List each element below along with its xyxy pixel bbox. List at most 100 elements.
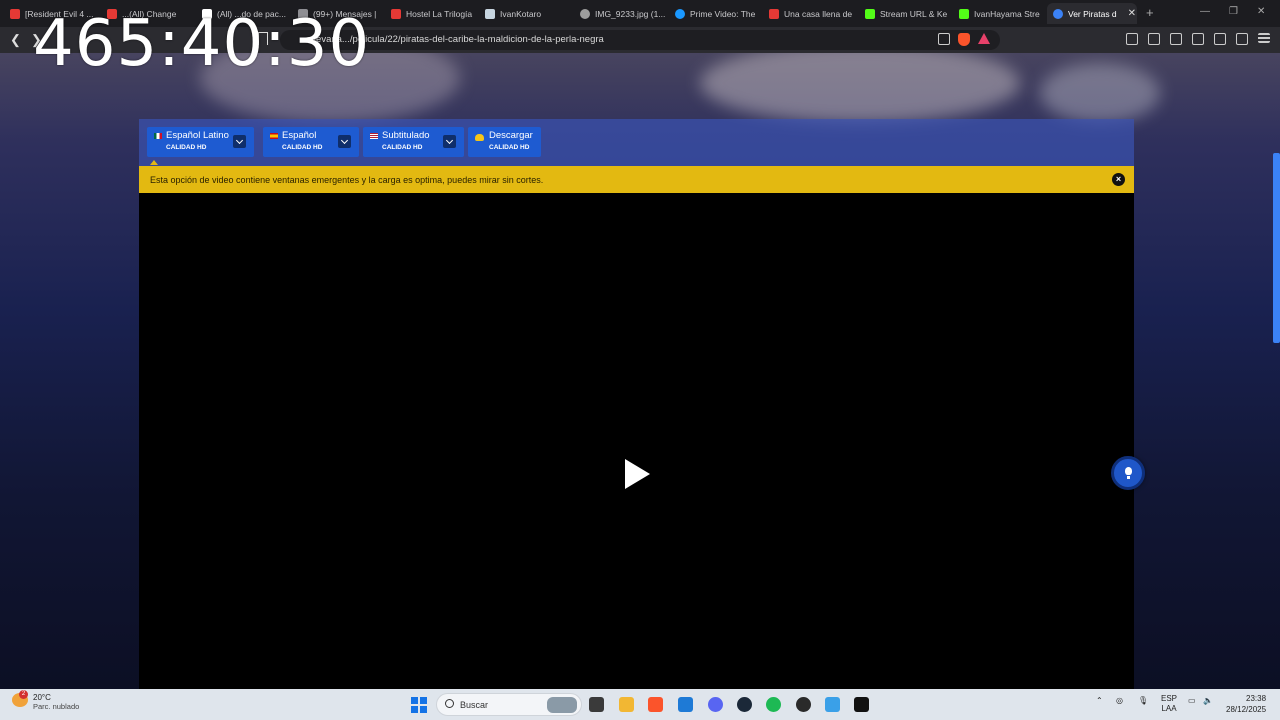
globe-icon [580,8,590,19]
option-label: Español [282,130,317,141]
option-subtitulado[interactable]: Subtitulado CALIDAD HD [363,127,464,157]
microphone-icon[interactable]: 🎙 [1138,696,1148,705]
menu-icon[interactable] [1258,33,1270,43]
address-bar[interactable]: cuevana.../pelicula/22/piratas-del-carib… [280,30,1000,50]
option-label: Subtitulado [382,130,430,141]
quality-label: CALIDAD HD [282,144,323,151]
vpn-icon[interactable] [1236,33,1248,45]
browser-tab[interactable]: IvanHayama Stre [953,3,1043,24]
mexico-flag-icon [154,133,162,139]
quality-label: CALIDAD HD [382,144,423,151]
kick-icon [865,8,875,19]
page-scrollbar[interactable] [1273,153,1280,343]
close-window-icon[interactable]: ✕ [1257,6,1265,17]
tab-label: Prime Video: The [690,8,756,19]
option-label: Español Latino [166,130,229,141]
youtube-icon [10,8,20,19]
tab-label: Stream URL & Ke [880,8,948,19]
brave-rewards-icon[interactable] [978,33,990,44]
steam-icon [485,8,495,19]
cuevana-icon [1053,8,1063,19]
browser-tab-active[interactable]: Ver Piratas d ✕ [1047,3,1137,24]
close-tab-icon[interactable]: ✕ [1128,8,1136,19]
keyboard-layout: LAA [1161,704,1177,713]
share-icon[interactable] [938,33,950,45]
volume-icon[interactable]: 🔈 [1203,696,1213,705]
weather-widget[interactable]: 2 20°C Parc. nublado [12,690,80,711]
tab-label: IMG_9233.jpg (1... [595,8,666,19]
weather-icon: 2 [12,690,28,707]
prime-video-icon [675,8,685,19]
browser-tab[interactable]: Stream URL & Ke [859,3,949,24]
display-icon[interactable]: ▭ [1188,696,1196,705]
option-descargar[interactable]: Descargar CALIDAD HD [468,127,541,157]
close-icon[interactable]: × [1112,173,1125,186]
obs-icon[interactable] [796,697,811,712]
browser-tab[interactable]: Una casa llena de [763,3,855,24]
tab-group-icon[interactable] [1192,33,1204,45]
overlay-timer: 465:40:30 [33,7,371,81]
clock-date: 28/12/2025 [1226,705,1267,714]
brave-shields-icon[interactable] [958,33,970,46]
maximize-icon[interactable]: ❐ [1229,6,1238,17]
notice-text: Esta opción de video contiene ventanas e… [150,175,544,185]
quality-label: CALIDAD HD [489,144,530,151]
language-code: ESP [1161,694,1178,703]
file-explorer-icon[interactable] [619,697,634,712]
youtube-icon [391,8,401,19]
notepad-icon[interactable] [825,697,840,712]
usa-flag-icon [370,133,378,139]
search-placeholder: Buscar [460,700,489,710]
chevron-down-icon[interactable] [338,135,351,148]
clock-time: 23:38 [1246,694,1267,703]
chevron-down-icon[interactable] [233,135,246,148]
extensions-icon[interactable] [1126,33,1138,45]
epic-games-icon[interactable] [854,697,869,712]
lights-toggle-button[interactable] [1111,456,1145,490]
browser-tab[interactable]: IvanKotaro [479,3,571,24]
new-tab-button[interactable]: + [1146,5,1154,20]
discord-icon[interactable] [708,697,723,712]
system-clock[interactable]: 23:38 28/12/2025 [1226,693,1266,715]
browser-tab[interactable]: Prime Video: The [669,3,759,24]
youtube-icon [769,8,779,19]
minimize-icon[interactable]: — [1200,6,1210,17]
wallet-icon[interactable] [1148,33,1160,45]
play-icon[interactable] [625,459,650,489]
tab-label: IvanKotaro [500,8,542,19]
back-icon[interactable]: ❮ [10,32,21,48]
option-espanol-latino[interactable]: Español Latino CALIDAD HD [147,127,254,157]
network-icon[interactable]: ◎ [1116,696,1123,705]
tab-label: Hostel La Trilogía [406,8,473,19]
brave-browser-icon[interactable] [648,697,663,712]
steam-icon[interactable] [737,697,752,712]
notification-badge: 2 [19,690,28,699]
windows-taskbar: 2 20°C Parc. nublado Buscar ⌃ ◎ 🎙 ESP LA… [0,689,1280,720]
leo-ai-icon[interactable] [1214,33,1226,45]
video-player[interactable] [139,193,1134,689]
backdrop-image [700,53,1020,123]
kick-icon [959,8,969,19]
browser-tab[interactable]: Hostel La Trilogía [385,3,475,24]
browser-tab[interactable]: IMG_9233.jpg (1... [574,3,666,24]
tab-label: IvanHayama Stre [974,8,1040,19]
sidebar-icon[interactable] [1170,33,1182,45]
spotify-icon[interactable] [766,697,781,712]
chevron-down-icon[interactable] [443,135,456,148]
spain-flag-icon [270,133,278,139]
backdrop-image [1040,63,1160,123]
quality-label: CALIDAD HD [166,144,207,151]
chevron-up-icon[interactable]: ⌃ [1096,696,1103,705]
language-options-bar: Español Latino CALIDAD HD Español CALIDA… [139,119,1134,166]
option-espanol[interactable]: Español CALIDAD HD [263,127,359,157]
cloud-download-icon [475,134,484,141]
input-language[interactable]: ESP LAA [1161,694,1177,714]
vscode-icon[interactable] [678,697,693,712]
search-highlight-image [547,697,577,713]
taskbar-search[interactable]: Buscar [436,693,582,716]
weather-temp: 20°C [33,693,51,702]
weather-desc: Parc. nublado [33,702,80,711]
windows-start-icon[interactable] [411,697,427,713]
search-icon [445,699,454,708]
task-view-icon[interactable] [589,697,604,712]
